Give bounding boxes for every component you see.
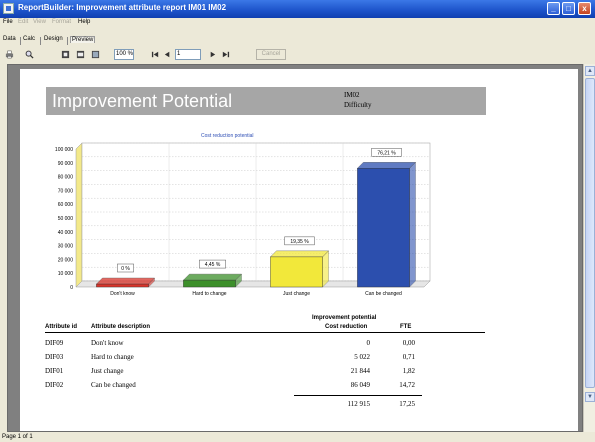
page-number-field[interactable]: 1 [175,49,201,60]
print-icon[interactable] [5,50,14,59]
cell-description: Hard to change [91,353,134,361]
y-tick-label: 100 000 [55,147,73,153]
y-tick-label: 70 000 [58,188,74,194]
menu-format[interactable]: Format [52,19,71,25]
bar [183,279,236,288]
tab-divider [40,37,41,45]
minimize-button[interactable]: _ [547,2,560,15]
report-title: Improvement Potential [52,91,233,111]
cell-attribute-id: DIF03 [45,353,64,361]
tab-divider [20,37,21,45]
bar [270,256,323,288]
report-code: IM02 [344,91,360,99]
column-header-fte: FTE [400,324,412,330]
y-tick-label: 30 000 [58,244,74,250]
title-bar: ReportBuilder: Improvement attribute rep… [0,0,595,18]
report-subtitle: Difficulty [344,101,372,109]
report-header: Improvement Potential IM02 Difficulty [46,87,486,115]
total-fte: 17,25 [399,400,415,408]
bar-top [95,277,156,285]
next-page-icon[interactable] [208,50,217,59]
cell-attribute-id: DIF09 [45,339,64,347]
last-page-icon[interactable] [221,50,230,59]
tab-data[interactable]: Data [3,36,16,42]
menu-view[interactable]: View [33,19,46,25]
first-page-icon[interactable] [151,50,160,59]
scroll-up-arrow[interactable]: ▲ [585,66,595,76]
y-tick-label: 0 [70,285,73,291]
cell-description: Just change [91,367,124,375]
menu-file[interactable]: File [3,19,13,25]
column-header-description: Attribute description [91,324,151,330]
totals-rule [294,395,422,396]
tab-design[interactable]: Design [44,36,63,42]
cell-fte: 0,00 [402,339,415,347]
bar-chart: 0 10 000 20 000 30 000 40 000 50 000 60 000 70 … [55,142,431,297]
data-label: 76,21 % [377,150,396,156]
window-title: ReportBuilder: Improvement attribute rep… [18,3,227,12]
y-tick-label: 50 000 [58,216,74,222]
bar [357,168,410,288]
zoom-icon[interactable] [25,50,34,59]
cancel-button[interactable]: Cancel [256,49,286,60]
cell-cost-reduction: 86 049 [350,381,370,389]
status-bar: Page 1 of 1 [0,432,595,442]
vertical-scrollbar[interactable]: ▲ ▼ [583,64,595,432]
y-tick-label: 40 000 [58,230,74,236]
report-page: Improvement Potential IM02 Difficulty Co… [20,69,578,431]
data-label: 4,45 % [205,262,221,268]
page-width-icon[interactable] [76,50,85,59]
column-header-cost-reduction: Cost reduction [325,324,368,330]
preview-toolbar: 100 % 1 Cancel [0,48,595,62]
table-group-header: Improvement potential [312,315,377,321]
bar-side [409,161,416,288]
cell-description: Can be changed [91,381,136,389]
tab-preview[interactable]: Preview [70,36,96,43]
bar-side [322,250,329,288]
menu-bar: File Edit View Format Help [0,18,595,28]
menu-edit[interactable]: Edit [18,19,28,25]
zoom-field[interactable]: 100 % [114,49,134,60]
x-tick-label: Don't know [110,291,135,297]
cell-cost-reduction: 0 [366,339,371,347]
cell-attribute-id: DIF02 [45,381,64,389]
app-icon [3,3,14,14]
bar [96,283,149,288]
preview-viewport[interactable]: Improvement Potential IM02 Difficulty Co… [7,64,583,432]
y-tick-label: 90 000 [58,161,74,167]
cell-fte: 1,82 [402,367,415,375]
cell-description: Don't know [91,339,124,347]
x-tick-label: Hard to change [192,291,226,297]
y-tick-label: 80 000 [58,175,74,181]
whole-page-icon[interactable] [61,50,70,59]
header-rule [45,332,485,333]
cell-fte: 0,71 [402,353,415,361]
x-tick-label: Just change [283,291,310,297]
data-label: 0 % [121,266,130,272]
tab-calc[interactable]: Calc [23,36,35,42]
total-cost-reduction: 112 915 [347,400,371,408]
menu-help[interactable]: Help [78,19,90,25]
maximize-button[interactable]: □ [562,2,575,15]
y-tick-label: 20 000 [58,257,74,263]
data-label: 19,35 % [290,239,309,245]
scroll-thumb[interactable] [585,78,595,388]
cell-attribute-id: DIF01 [45,367,64,375]
x-tick-label: Can be changed [365,291,402,297]
prev-page-icon[interactable] [163,50,172,59]
scroll-down-arrow[interactable]: ▼ [585,392,595,402]
y-tick-label: 10 000 [58,271,74,277]
bar-top [182,273,243,281]
column-header-attribute-id: Attribute id [45,324,77,330]
chart-side-wall [75,142,83,288]
close-button[interactable]: x [578,2,591,15]
tab-divider [67,37,68,45]
bar-top [269,250,330,258]
cell-fte: 14,72 [399,381,415,389]
hundred-percent-icon[interactable] [91,50,100,59]
y-tick-label: 60 000 [58,202,74,208]
cell-cost-reduction: 21 844 [350,367,370,375]
cell-cost-reduction: 5 022 [354,353,370,361]
bar-top [356,162,417,169]
